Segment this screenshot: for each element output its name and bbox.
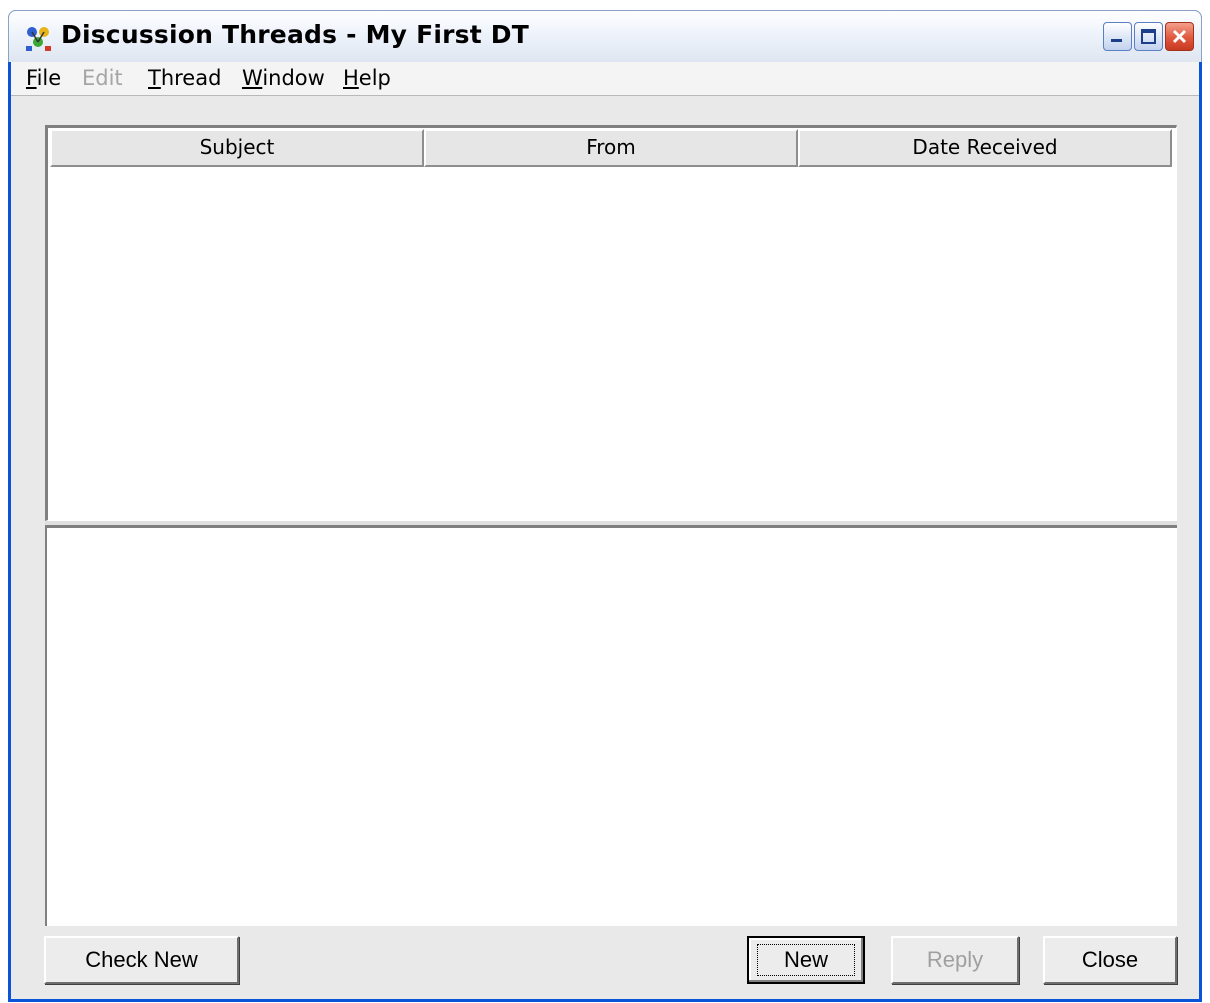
reply-button: Reply [891,936,1019,984]
menu-bar: File Edit Thread Window Help [11,62,1199,96]
column-header-from[interactable]: From [424,129,798,167]
minimize-button[interactable] [1103,22,1132,51]
thread-table[interactable]: Subject From Date Received [45,125,1177,521]
menu-help-mnemonic: H [343,66,359,90]
discussion-threads-icon [26,27,51,51]
table-header-row: Subject From Date Received [50,129,1174,167]
menu-thread-label: hread [160,66,222,90]
close-icon [1172,29,1187,44]
new-button[interactable]: New [747,936,865,984]
application-window: Discussion Threads - My First DT File Ed… [8,10,1202,1002]
message-preview-pane[interactable] [45,527,1177,926]
menu-thread-mnemonic: T [148,66,161,90]
menu-window[interactable]: Window [242,66,325,90]
window-title: Discussion Threads - My First DT [61,20,529,49]
title-bar[interactable]: Discussion Threads - My First DT [8,10,1202,62]
check-new-button[interactable]: Check New [44,936,239,984]
menu-thread[interactable]: Thread [148,66,221,90]
menu-window-label: indow [262,66,325,90]
close-window-button[interactable] [1165,22,1194,51]
maximize-icon [1141,29,1156,44]
window-client-area: File Edit Thread Window Help Subject Fro… [11,62,1199,999]
menu-help[interactable]: Help [343,66,391,90]
menu-window-mnemonic: W [242,66,263,90]
menu-file-mnemonic: F [26,66,37,90]
close-button[interactable]: Close [1043,936,1177,984]
column-header-date-received[interactable]: Date Received [798,129,1172,167]
maximize-button[interactable] [1134,22,1163,51]
minimize-icon [1111,39,1122,42]
menu-help-label: elp [358,66,391,90]
menu-edit: Edit [82,66,123,90]
menu-file-label: ile [36,66,62,90]
column-header-subject[interactable]: Subject [50,129,424,167]
menu-file[interactable]: File [26,66,61,90]
new-button-label: New [783,947,828,972]
